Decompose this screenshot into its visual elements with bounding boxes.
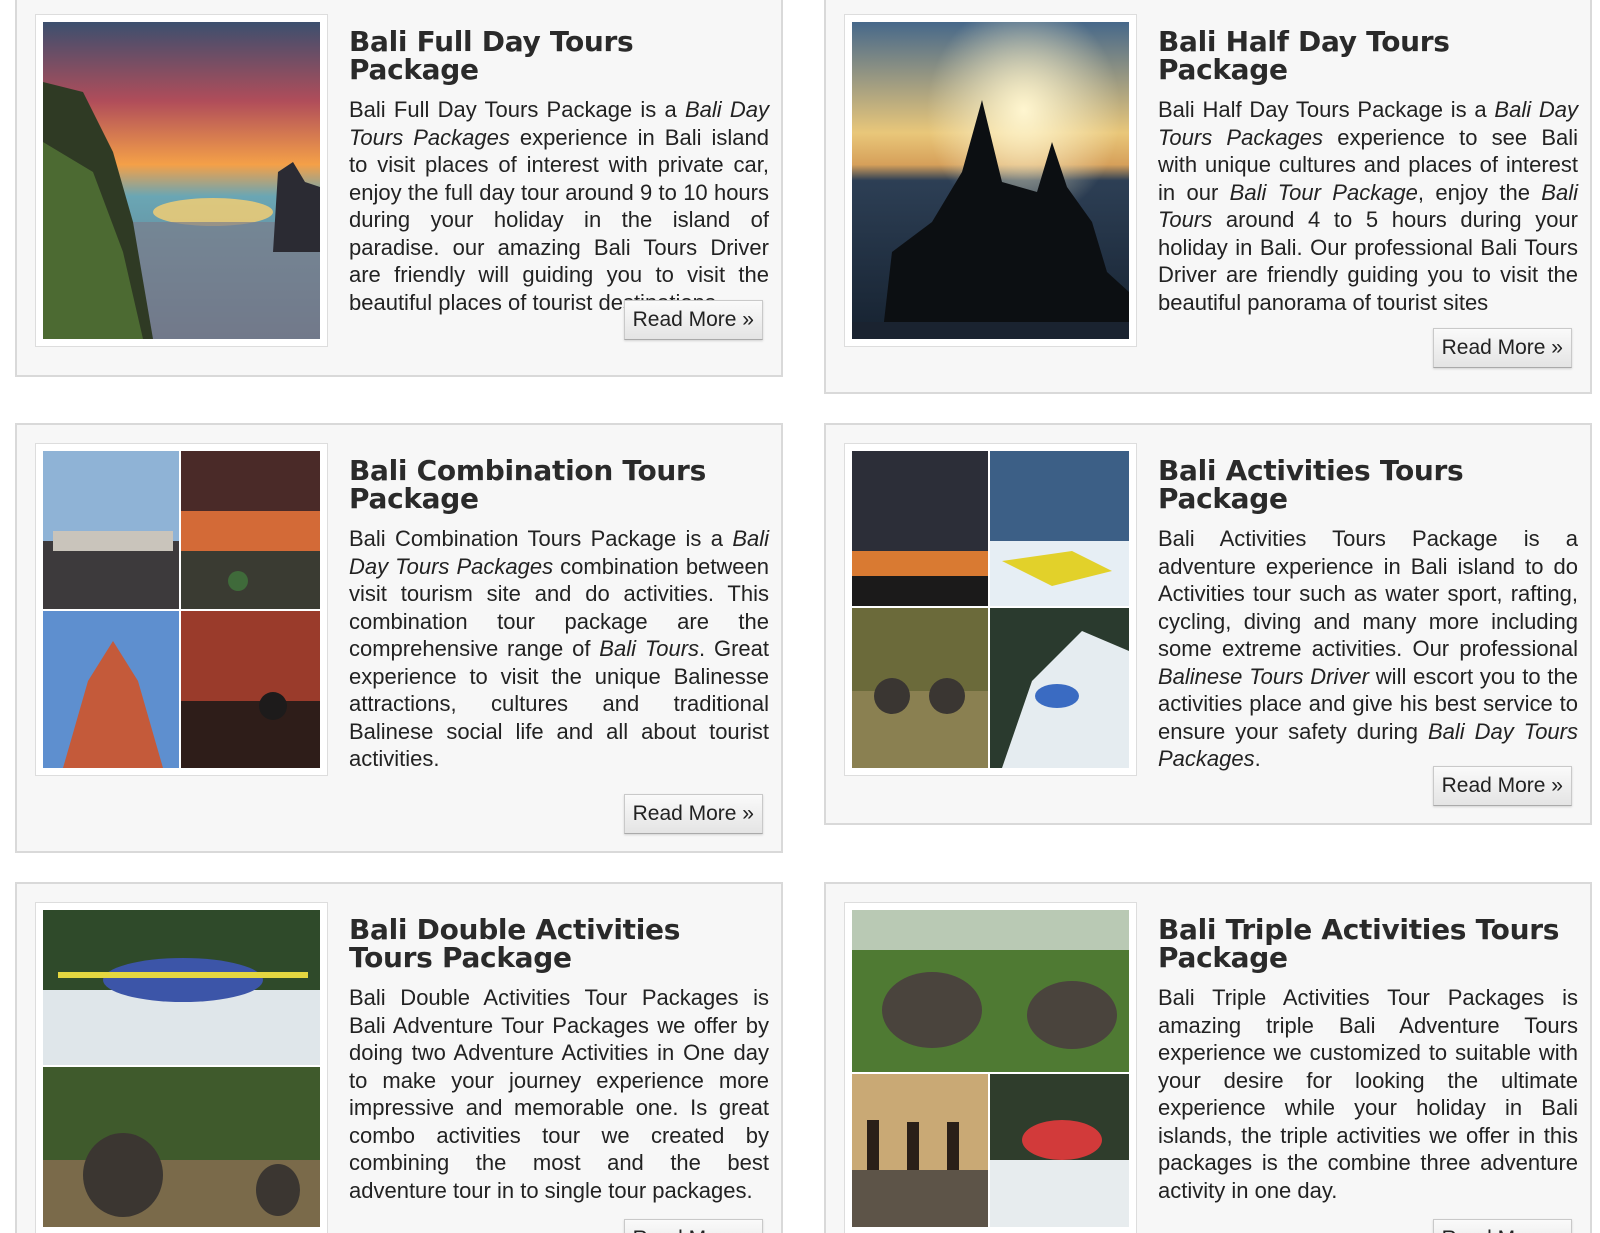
- description-italic-text: Bali Tour Package: [1229, 179, 1418, 205]
- description-text: , enjoy the: [1417, 179, 1542, 205]
- tour-card-triple-activities: Bali Triple Activities Tours Package Bal…: [824, 882, 1592, 1233]
- tour-card-half-day: Bali Half Day Tours Package Bali Half Da…: [824, 0, 1592, 394]
- card-title: Bali Half Day Tours Package: [1158, 25, 1450, 86]
- card-description: Bali Combination Tours Package is a Bali…: [349, 525, 769, 773]
- tour-image-double-activities[interactable]: [35, 902, 328, 1233]
- tour-image-triple-activities[interactable]: [844, 902, 1137, 1233]
- sunset-cliff-photo: [43, 22, 320, 339]
- read-more-button[interactable]: Read More »: [1432, 1219, 1572, 1233]
- tanah-lot-sunset-photo: [852, 22, 1129, 339]
- read-more-button[interactable]: Read More »: [623, 794, 763, 834]
- card-title: Bali Activities Tours Package: [1158, 454, 1464, 515]
- card-title: Bali Full Day Tours Package: [349, 25, 634, 86]
- description-italic-text: Bali Tours: [599, 636, 700, 661]
- tour-image-combination[interactable]: [35, 443, 328, 776]
- description-text: Bali Half Day Tours Package is a: [1158, 97, 1495, 122]
- description-italic-text: Balinese Tours Driver: [1158, 663, 1369, 689]
- card-description: Bali Half Day Tours Package is a Bali Da…: [1158, 96, 1578, 316]
- card-description: Bali Triple Activities Tour Packages is …: [1158, 984, 1578, 1204]
- card-title: Bali Triple Activities Tours Package: [1158, 913, 1560, 974]
- elephant-horse-rafting-photo: [852, 910, 1129, 1227]
- activities-collage-photo: [852, 451, 1129, 768]
- description-text: Bali Double Activities Tour Packages is …: [349, 985, 769, 1203]
- description-text: experience in Bali island to visit place…: [349, 124, 769, 315]
- tour-card-activities: Bali Activities Tours Package Bali Activ…: [824, 423, 1592, 825]
- tour-card-double-activities: Bali Double Activities Tours Package Bal…: [15, 882, 783, 1233]
- tour-image-half-day[interactable]: [844, 14, 1137, 347]
- tour-card-combination: Bali Combination Tours Package Bali Comb…: [15, 423, 783, 853]
- read-more-button[interactable]: Read More »: [1432, 328, 1572, 368]
- description-text: around 4 to 5 hours during your holiday …: [1158, 207, 1578, 315]
- read-more-button[interactable]: Read More »: [623, 1219, 763, 1233]
- rafting-elephant-photo: [43, 910, 320, 1227]
- card-description: Bali Double Activities Tour Packages is …: [349, 984, 769, 1204]
- description-text: Bali Triple Activities Tour Packages is …: [1158, 985, 1578, 1203]
- read-more-button[interactable]: Read More »: [623, 300, 763, 340]
- tour-image-full-day[interactable]: [35, 14, 328, 347]
- card-description: Bali Activities Tours Package is a adven…: [1158, 525, 1578, 773]
- read-more-button[interactable]: Read More »: [1432, 766, 1572, 806]
- description-text: Bali Full Day Tours Package is a: [349, 97, 685, 122]
- card-description: Bali Full Day Tours Package is a Bali Da…: [349, 96, 769, 316]
- card-title: Bali Combination Tours Package: [349, 454, 706, 515]
- combination-collage-photo: [43, 451, 320, 768]
- description-text: Bali Activities Tours Package is a adven…: [1158, 526, 1578, 661]
- tour-image-activities[interactable]: [844, 443, 1137, 776]
- card-title: Bali Double Activities Tours Package: [349, 913, 681, 974]
- description-text: Bali Combination Tours Package is a: [349, 526, 733, 551]
- tour-card-full-day: Bali Full Day Tours Package Bali Full Da…: [15, 0, 783, 377]
- description-text: .: [1254, 746, 1261, 771]
